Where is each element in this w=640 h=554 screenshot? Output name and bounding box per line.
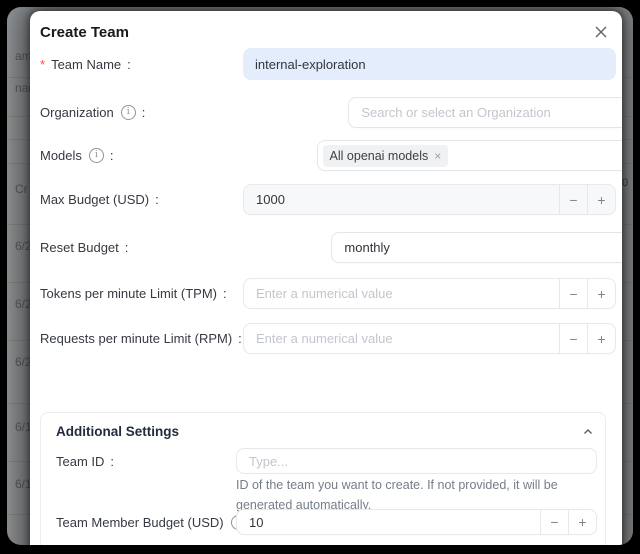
max-budget-input[interactable] bbox=[244, 185, 559, 214]
increment-button[interactable]: + bbox=[568, 510, 596, 534]
modal-title: Create Team bbox=[40, 24, 129, 41]
rpm-number-field: − + bbox=[243, 323, 616, 354]
max-budget-number-field: − + bbox=[243, 184, 616, 215]
team-name-input-wrap bbox=[243, 48, 616, 80]
decrement-button[interactable]: − bbox=[559, 185, 587, 214]
team-id-label: Team ID : bbox=[56, 448, 114, 474]
member-budget-input[interactable] bbox=[237, 510, 540, 534]
form-row-team-name: * Team Name : bbox=[40, 48, 615, 80]
reset-budget-label: Reset Budget : bbox=[40, 240, 128, 255]
team-id-input-wrap bbox=[236, 448, 597, 474]
max-budget-label: Max Budget (USD) : bbox=[40, 192, 159, 207]
form-row-organization: Organization i : Search or select an Org… bbox=[40, 97, 615, 128]
increment-button[interactable]: + bbox=[587, 185, 615, 214]
form-row-rpm: Requests per minute Limit (RPM) : − + bbox=[40, 323, 615, 354]
team-name-input[interactable] bbox=[243, 48, 616, 80]
organization-label: Organization i : bbox=[40, 105, 145, 120]
background-text-fragment: 0 bbox=[622, 177, 628, 189]
required-mark: * bbox=[40, 57, 45, 72]
form-row-reset-budget: Reset Budget : monthly bbox=[40, 232, 615, 263]
organization-placeholder: Search or select an Organization bbox=[349, 105, 550, 120]
info-circle-icon[interactable]: i bbox=[89, 148, 104, 163]
increment-button[interactable]: + bbox=[587, 324, 615, 353]
background-page-under-overlay: am nar Cr 6/2 6/2 6/2 6/1 6/1 0 Create T… bbox=[7, 7, 633, 545]
chevron-up-icon[interactable] bbox=[582, 426, 594, 438]
rpm-input[interactable] bbox=[244, 324, 559, 353]
member-budget-label: Team Member Budget (USD) ? : bbox=[56, 509, 255, 535]
additional-settings-title: Additional Settings bbox=[56, 424, 179, 439]
background-text-fragment: Cr bbox=[15, 182, 28, 196]
decrement-button[interactable]: − bbox=[559, 279, 587, 308]
info-circle-icon[interactable]: i bbox=[121, 105, 136, 120]
reset-budget-select[interactable]: monthly bbox=[331, 232, 622, 263]
create-team-modal: Create Team * Team Name : Organization bbox=[30, 11, 622, 545]
form-row-models: Models i : All openai models × bbox=[40, 140, 615, 171]
tpm-number-field: − + bbox=[243, 278, 616, 309]
decrement-button[interactable]: − bbox=[540, 510, 568, 534]
tpm-label: Tokens per minute Limit (TPM) : bbox=[40, 286, 227, 301]
models-label: Models i : bbox=[40, 148, 114, 163]
models-select[interactable]: All openai models × bbox=[317, 140, 622, 171]
increment-button[interactable]: + bbox=[587, 279, 615, 308]
reset-budget-value: monthly bbox=[332, 240, 390, 255]
close-icon[interactable] bbox=[592, 23, 610, 41]
form-row-max-budget: Max Budget (USD) : − + bbox=[40, 184, 615, 215]
tpm-input[interactable] bbox=[244, 279, 559, 308]
form-row-tpm: Tokens per minute Limit (TPM) : − + bbox=[40, 278, 615, 309]
member-budget-number-field: − + bbox=[236, 509, 597, 535]
tag-close-icon[interactable]: × bbox=[434, 150, 441, 162]
organization-select[interactable]: Search or select an Organization bbox=[348, 97, 622, 128]
decrement-button[interactable]: − bbox=[559, 324, 587, 353]
team-name-label: * Team Name : bbox=[40, 57, 131, 72]
screenshot-stage: am nar Cr 6/2 6/2 6/2 6/1 6/1 0 Create T… bbox=[0, 0, 640, 554]
model-tag: All openai models × bbox=[323, 145, 449, 167]
model-tag-label: All openai models bbox=[330, 149, 429, 163]
additional-settings-panel: Additional Settings Team ID : ID of the … bbox=[40, 412, 606, 545]
team-id-input[interactable] bbox=[237, 449, 596, 473]
rpm-label: Requests per minute Limit (RPM) : bbox=[40, 331, 242, 346]
